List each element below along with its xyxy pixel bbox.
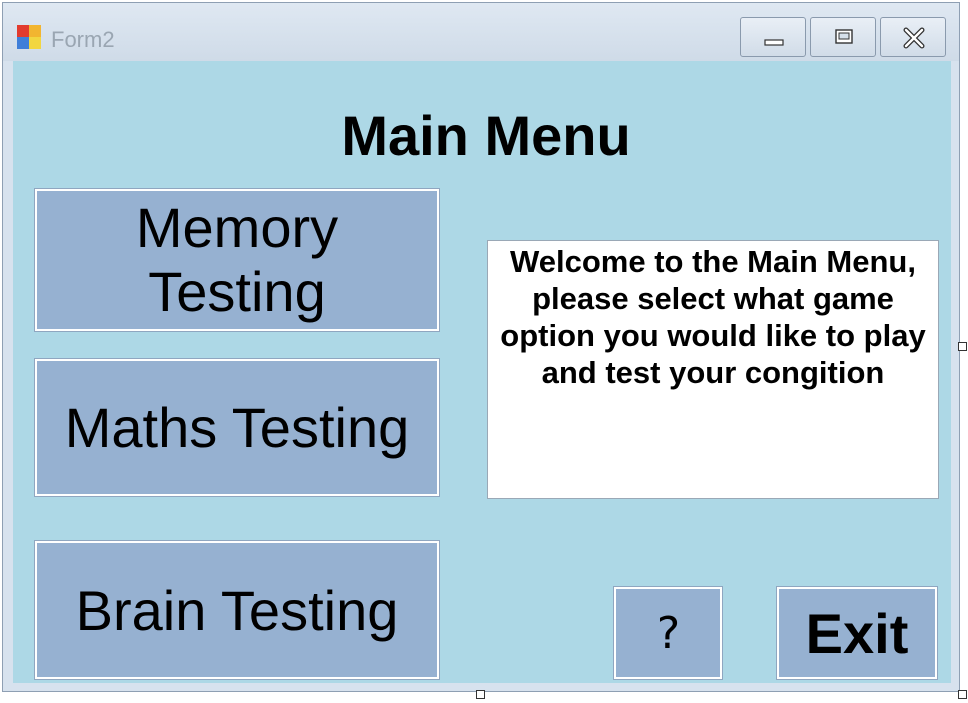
resize-handle-right[interactable]: [958, 342, 967, 351]
form-window: Form2 Main Menu Memory Testing Maths Tes…: [2, 2, 960, 692]
resize-handle-bottom[interactable]: [476, 690, 485, 699]
maximize-button[interactable]: [810, 17, 876, 57]
title-bar[interactable]: Form2: [3, 3, 959, 61]
minimize-button[interactable]: [740, 17, 806, 57]
maximize-icon: [835, 29, 853, 44]
help-label: ?: [654, 607, 682, 659]
window-title: Form2: [51, 27, 115, 52]
close-button[interactable]: [880, 17, 946, 57]
close-icon: [903, 27, 925, 49]
welcome-textbox[interactable]: Welcome to the Main Menu, please select …: [487, 240, 939, 499]
app-icon: [17, 25, 43, 51]
memory-testing-label-line1: Memory: [135, 196, 339, 259]
brain-testing-button[interactable]: Brain Testing: [34, 540, 440, 680]
form-client-area: Main Menu Memory Testing Maths Testing B…: [13, 61, 951, 683]
memory-testing-button[interactable]: Memory Testing: [34, 188, 440, 332]
maths-testing-button[interactable]: Maths Testing: [34, 358, 440, 497]
brain-testing-label: Brain Testing: [75, 578, 399, 642]
exit-label: Exit: [805, 601, 909, 665]
minimize-icon: [764, 39, 784, 46]
resize-handle-corner[interactable]: [958, 690, 967, 699]
memory-testing-label-line2: Testing: [148, 260, 326, 323]
maths-testing-label: Maths Testing: [64, 396, 410, 459]
exit-button[interactable]: Exit: [776, 586, 938, 680]
welcome-text: Welcome to the Main Menu, please select …: [500, 244, 926, 390]
help-button[interactable]: ?: [613, 586, 723, 680]
main-menu-heading: Main Menu: [341, 104, 631, 167]
